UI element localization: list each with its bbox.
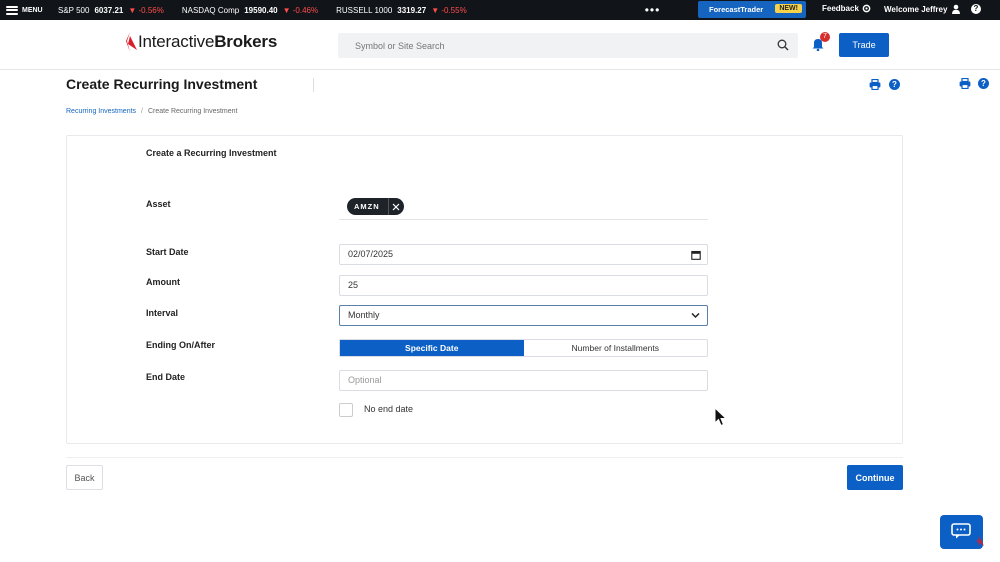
search-placeholder: Symbol or Site Search (355, 41, 445, 51)
trade-button[interactable]: Trade (839, 33, 889, 57)
forecast-trader-label: ForecastTrader (709, 5, 764, 14)
asset-chip-label: AMZN (354, 202, 380, 211)
welcome-label: Welcome Jeffrey (884, 4, 948, 14)
no-end-date-label: No end date (364, 404, 414, 414)
start-date-label: Start Date (146, 247, 189, 257)
specific-date-option[interactable]: Specific Date (340, 340, 524, 356)
ticker-change: ▼ -0.46% (282, 5, 319, 15)
amount-value: 25 (348, 280, 359, 290)
print-icon[interactable] (959, 78, 971, 89)
no-end-date-checkbox[interactable] (339, 403, 353, 417)
end-date-field[interactable]: Optional (339, 370, 708, 391)
ticker-change: ▼ -0.56% (128, 5, 164, 15)
title-divider (313, 78, 314, 92)
feedback-label: Feedback (822, 4, 859, 13)
help-icon[interactable]: ? (889, 79, 900, 90)
ticker-symbol: RUSSELL 1000 (336, 5, 393, 15)
ticker-value: 6037.21 (94, 5, 124, 15)
logo-text: InteractiveBrokers (138, 32, 278, 51)
feedback-button[interactable]: Feedback (822, 4, 871, 13)
ticker-symbol: S&P 500 (58, 5, 90, 15)
close-icon (392, 203, 400, 210)
search-input[interactable]: Symbol or Site Search (338, 33, 798, 58)
divider (66, 457, 903, 458)
recurring-investment-form: Create a Recurring Investment Asset AMZN… (66, 135, 903, 444)
back-button[interactable]: Back (66, 465, 103, 490)
end-date-label: End Date (146, 372, 186, 382)
notification-count-badge: 7 (820, 32, 830, 42)
hamburger-icon (6, 5, 18, 15)
ticker-symbol: NASDAQ Comp (181, 5, 240, 15)
ticker-item-russell[interactable]: RUSSELL 1000 3319.27 ▼ -0.55% (336, 6, 467, 15)
breadcrumb-recurring-investments-link[interactable]: Recurring Investments (66, 108, 136, 115)
asset-selector[interactable]: AMZN (339, 192, 708, 220)
amount-label: Amount (146, 277, 180, 287)
ticker-item-nasdaq[interactable]: NASDAQ Comp 19590.40 ▼ -0.46% (182, 6, 318, 15)
breadcrumb-separator: / (141, 108, 143, 115)
feedback-icon (862, 4, 871, 13)
menu-button[interactable]: MENU (0, 5, 58, 15)
amount-field[interactable]: 25 (339, 275, 708, 296)
search-icon[interactable] (777, 39, 789, 51)
help-icon[interactable]: ? (978, 78, 989, 89)
ending-toggle: Specific Date Number of Installments (339, 339, 708, 357)
asset-label: Asset (146, 199, 171, 209)
ticker-item-sp500[interactable]: S&P 500 6037.21 ▼ -0.56% (58, 6, 164, 15)
menu-label: MENU (22, 6, 43, 14)
user-menu[interactable]: Welcome Jeffrey (884, 4, 961, 14)
start-date-field[interactable]: 02/07/2025 (339, 244, 708, 265)
start-date-value: 02/07/2025 (348, 249, 394, 259)
logo-flame-icon (126, 32, 137, 52)
breadcrumb: Recurring Investments / Create Recurring I… (66, 108, 237, 115)
asset-chip: AMZN (347, 198, 404, 215)
user-icon (952, 4, 961, 14)
print-icon[interactable] (869, 79, 881, 90)
interactive-brokers-logo[interactable]: InteractiveBrokers (124, 32, 277, 52)
continue-button[interactable]: Continue (847, 465, 903, 490)
forecast-trader-button[interactable]: ForecastTrader NEW! (698, 1, 806, 18)
remove-asset-button[interactable] (387, 198, 404, 215)
ending-label: Ending On/After (146, 340, 215, 350)
more-tickers-button[interactable]: ••• (645, 4, 661, 16)
ticker-change: ▼ -0.55% (431, 5, 467, 15)
help-icon[interactable]: ? (971, 4, 981, 14)
mouse-cursor-icon (714, 407, 727, 427)
ticker-value: 19590.40 (244, 5, 278, 15)
interval-value: Monthly (348, 310, 380, 320)
new-badge: NEW! (775, 4, 802, 13)
number-of-installments-option[interactable]: Number of Installments (524, 340, 708, 356)
form-heading: Create a Recurring Investment (146, 148, 277, 158)
chevron-down-icon (691, 312, 700, 319)
interval-select[interactable]: Monthly (339, 305, 708, 326)
breadcrumb-current: Create Recurring Investment (147, 108, 238, 115)
chat-button[interactable] (940, 515, 984, 549)
site-header: InteractiveBrokers Symbol or Site Search… (0, 20, 1000, 70)
logo-flame-icon (977, 535, 984, 547)
chat-icon (951, 523, 971, 539)
interval-label: Interval (146, 308, 179, 318)
end-date-placeholder: Optional (348, 375, 382, 385)
page-title: Create Recurring Investment (66, 76, 258, 92)
calendar-icon[interactable] (691, 250, 701, 260)
ticker-value: 3319.27 (397, 5, 427, 15)
